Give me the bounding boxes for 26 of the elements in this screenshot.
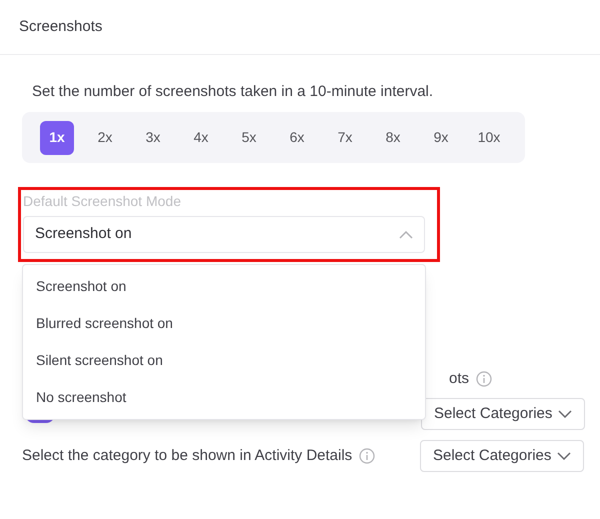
info-icon [359, 448, 376, 464]
frequency-option[interactable]: 6x [280, 120, 314, 154]
frequency-option[interactable]: 7x [328, 120, 362, 154]
category-select[interactable]: Select Categories [420, 440, 584, 472]
frequency-option[interactable]: 8x [376, 120, 410, 154]
category-select[interactable]: Select Categories [421, 398, 585, 430]
field-label: Default Screenshot Mode [23, 192, 182, 210]
frequency-option[interactable]: 1x [40, 120, 74, 154]
chevron-down-icon [557, 452, 571, 460]
section-title: Screenshots [19, 16, 102, 37]
dropdown-option[interactable]: Blurred screenshot on [23, 305, 425, 342]
info-icon [476, 371, 492, 387]
setting-label: ots [448, 368, 469, 389]
frequency-option[interactable]: 4x [184, 120, 218, 154]
frequency-option[interactable]: 5x [232, 120, 266, 154]
dropdown-option[interactable]: Screenshot on [23, 268, 425, 305]
frequency-description: Set the number of screenshots taken in a 10-minute interval. [32, 82, 434, 102]
frequency-option[interactable]: 10x [472, 120, 506, 154]
mode-select[interactable]: Screenshot on [23, 216, 425, 253]
frequency-option[interactable]: 3x [136, 120, 170, 154]
dropdown-option[interactable]: Silent screenshot on [23, 342, 425, 379]
chevron-down-icon [558, 410, 572, 418]
frequency-option[interactable]: 2x [88, 120, 122, 154]
frequency-option[interactable]: 9x [424, 120, 458, 154]
chevron-up-icon [399, 230, 413, 238]
setting-label: Select the category to be shown in Activity Details [22, 446, 352, 466]
